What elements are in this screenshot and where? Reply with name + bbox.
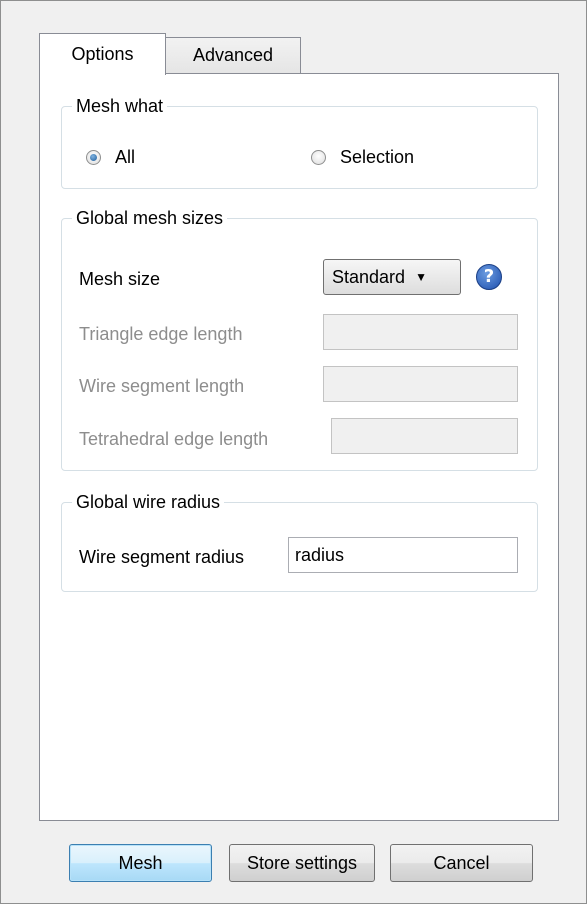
tetrahedral-edge-label: Tetrahedral edge length: [79, 429, 269, 449]
radio-selection-indicator[interactable]: [311, 150, 326, 165]
wire-segment-length-label: Wire segment length: [79, 376, 245, 396]
triangle-edge-input[interactable]: [323, 314, 518, 350]
radio-selection[interactable]: Selection: [311, 147, 414, 168]
wire-radius-input[interactable]: [288, 537, 518, 573]
store-settings-button[interactable]: Store settings: [229, 844, 375, 882]
mesh-size-label: Mesh size: [79, 269, 161, 289]
global-mesh-sizes-group: Global mesh sizes Mesh size Standard ▼ ?…: [61, 206, 538, 471]
radio-all-indicator[interactable]: [86, 150, 101, 165]
cancel-button[interactable]: Cancel: [390, 844, 533, 882]
tetrahedral-edge-input[interactable]: [331, 418, 518, 454]
tab-advanced[interactable]: Advanced: [165, 37, 301, 73]
triangle-edge-label: Triangle edge length: [79, 324, 243, 344]
global-wire-radius-legend: Global wire radius: [72, 490, 225, 514]
chevron-down-icon: ▼: [415, 270, 427, 284]
mesh-what-legend: Mesh what: [72, 94, 168, 118]
mesh-button[interactable]: Mesh: [69, 844, 212, 882]
options-panel: Mesh what All Selection Global mesh size…: [39, 73, 559, 821]
help-question-icon[interactable]: ?: [476, 264, 502, 290]
global-wire-radius-group: Global wire radius Wire segment radius: [61, 490, 538, 592]
wire-segment-length-input[interactable]: [323, 366, 518, 402]
radio-all[interactable]: All: [86, 147, 135, 168]
tab-options[interactable]: Options: [39, 33, 166, 75]
mesh-what-group: Mesh what All Selection: [61, 94, 538, 189]
mesh-size-dropdown[interactable]: Standard ▼: [323, 259, 461, 295]
radio-selection-label: Selection: [340, 147, 415, 167]
mesh-size-value: Standard: [332, 266, 406, 287]
dialog-window: Options Advanced Mesh what All Selection…: [0, 0, 587, 904]
radio-all-label: All: [115, 147, 136, 167]
global-mesh-sizes-legend: Global mesh sizes: [72, 206, 228, 230]
wire-radius-label: Wire segment radius: [79, 547, 245, 567]
